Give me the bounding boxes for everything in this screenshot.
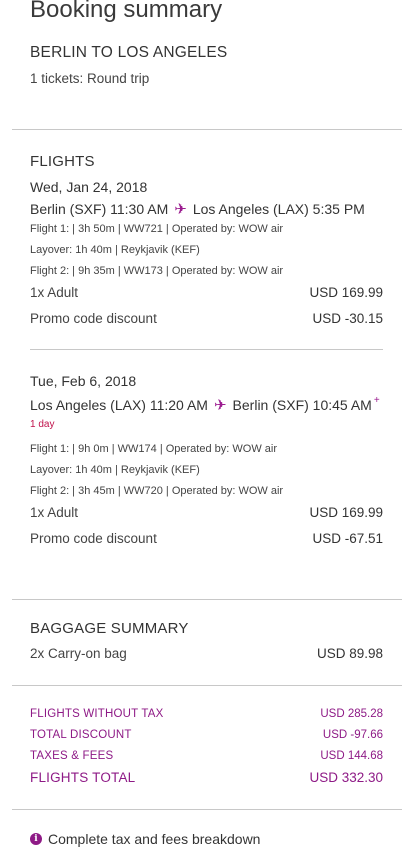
outbound-flight2: Flight 2: | 9h 35m | WW173 | Operated by… bbox=[30, 265, 284, 277]
tax-breakdown-link[interactable]: i Complete tax and fees breakdown bbox=[30, 831, 260, 847]
divider bbox=[12, 129, 402, 130]
outbound-adult-price: USD 169.99 bbox=[309, 285, 383, 300]
inbound-flight1: Flight 1: | 9h 0m | WW174 | Operated by:… bbox=[30, 443, 277, 455]
tickets-info: 1 tickets: Round trip bbox=[30, 71, 150, 86]
inbound-adult-label: 1x Adult bbox=[30, 505, 79, 520]
outbound-layover: Layover: 1h 40m | Reykjavik (KEF) bbox=[30, 244, 200, 256]
flights-total-value: USD 332.30 bbox=[309, 770, 383, 785]
taxes-label: TAXES & FEES bbox=[30, 750, 114, 762]
outbound-adult-label: 1x Adult bbox=[30, 285, 79, 300]
divider bbox=[30, 349, 383, 350]
inbound-layover: Layover: 1h 40m | Reykjavik (KEF) bbox=[30, 464, 200, 476]
divider bbox=[12, 685, 402, 686]
inbound-flight2: Flight 2: | 3h 45m | WW720 | Operated by… bbox=[30, 485, 284, 497]
plane-icon: ✈ bbox=[213, 397, 227, 414]
info-icon: i bbox=[30, 833, 42, 845]
without-tax-label: FLIGHTS WITHOUT TAX bbox=[30, 708, 164, 720]
route-title: BERLIN TO LOS ANGELES bbox=[30, 44, 228, 61]
next-day-badge: 1 day bbox=[30, 419, 55, 430]
without-tax-value: USD 285.28 bbox=[320, 708, 383, 720]
inbound-adult-price: USD 169.99 bbox=[309, 505, 383, 520]
baggage-item-label: 2x Carry-on bag bbox=[30, 646, 127, 661]
inbound-to: Berlin (SXF) 10:45 AM bbox=[232, 397, 372, 413]
inbound-leg: Los Angeles (LAX) 11:20 AM ✈ Berlin (SXF… bbox=[30, 394, 380, 415]
discount-value: USD -97.66 bbox=[322, 729, 383, 741]
outbound-leg: Berlin (SXF) 11:30 AM ✈ Los Angeles (LAX… bbox=[30, 200, 365, 218]
flights-total-label: FLIGHTS TOTAL bbox=[30, 770, 136, 785]
baggage-heading: BAGGAGE SUMMARY bbox=[30, 620, 189, 637]
plane-icon: ✈ bbox=[174, 201, 187, 218]
outbound-from: Berlin (SXF) 11:30 AM bbox=[30, 201, 169, 217]
tax-breakdown-label: Complete tax and fees breakdown bbox=[48, 831, 261, 847]
taxes-value: USD 144.68 bbox=[320, 750, 383, 762]
divider bbox=[12, 809, 402, 810]
inbound-promo-label: Promo code discount bbox=[30, 531, 157, 546]
inbound-date: Tue, Feb 6, 2018 bbox=[30, 373, 137, 389]
outbound-to: Los Angeles (LAX) 5:35 PM bbox=[192, 201, 365, 217]
baggage-item-price: USD 89.98 bbox=[316, 646, 383, 661]
discount-label: TOTAL DISCOUNT bbox=[30, 729, 132, 741]
outbound-flight1: Flight 1: | 3h 50m | WW721 | Operated by… bbox=[30, 223, 284, 235]
outbound-promo-price: USD -30.15 bbox=[312, 311, 383, 326]
inbound-from: Los Angeles (LAX) 11:20 AM bbox=[30, 397, 208, 413]
divider bbox=[12, 599, 402, 600]
flights-heading: FLIGHTS bbox=[30, 153, 95, 170]
outbound-promo-label: Promo code discount bbox=[30, 311, 157, 326]
inbound-promo-price: USD -67.51 bbox=[312, 531, 383, 546]
outbound-date: Wed, Jan 24, 2018 bbox=[30, 179, 148, 195]
next-day-plus: + bbox=[373, 394, 380, 406]
page-title: Booking summary bbox=[30, 0, 223, 23]
